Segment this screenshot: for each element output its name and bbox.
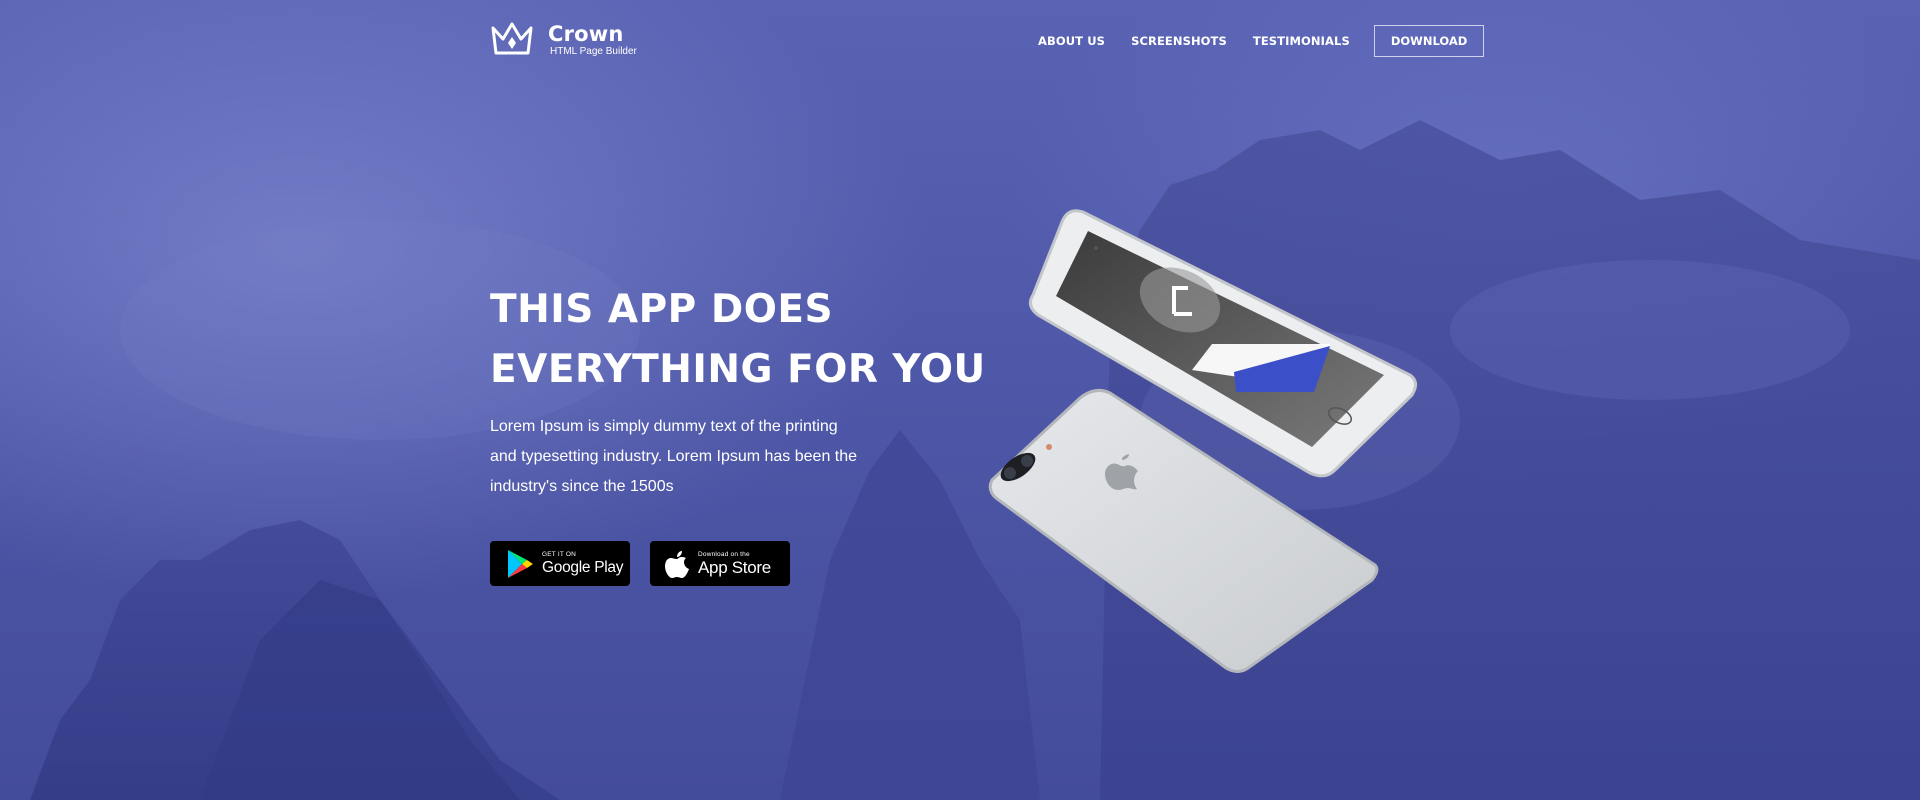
app-store-button[interactable]: Download on the App Store [650,541,790,586]
google-play-icon [508,549,533,578]
google-play-label: Google Play [542,558,624,576]
description-line-2: and typesetting industry. Lorem Ipsum ha… [490,448,858,465]
apple-icon [665,550,689,578]
brand-name: Crown [548,22,624,46]
brand-tagline: HTML Page Builder [550,46,637,57]
headline-line-2: EVERYTHING FOR YOU [490,347,986,392]
description-line-3: industry's since the 1500s [490,478,674,495]
nav-about-us[interactable]: ABOUT US [1038,34,1105,48]
description-line-1: Lorem Ipsum is simply dummy text of the … [490,418,838,435]
headline-line-1: THIS APP DOES [490,287,834,332]
nav-testimonials[interactable]: TESTIMONIALS [1253,34,1350,48]
google-play-small-text: GET IT ON [542,550,577,558]
phone-mockup-image [988,209,1417,673]
hero-description: Lorem Ipsum is simply dummy text of the … [490,412,870,502]
app-store-label: App Store [698,557,771,577]
download-button[interactable]: DOWNLOAD [1373,25,1485,57]
google-play-button[interactable]: GET IT ON Google Play [490,541,630,586]
hero-section: Crown HTML Page Builder ABOUT US SCREENS… [0,0,1920,800]
crown-icon [491,22,533,55]
hero-headline: THIS APP DOES EVERYTHING FOR YOU [490,280,1010,400]
brand-logo[interactable]: Crown HTML Page Builder [490,22,637,58]
nav-screenshots[interactable]: SCREENSHOTS [1131,34,1227,48]
main-nav: ABOUT US SCREENSHOTS TESTIMONIALS DOWNLO… [1038,25,1485,57]
